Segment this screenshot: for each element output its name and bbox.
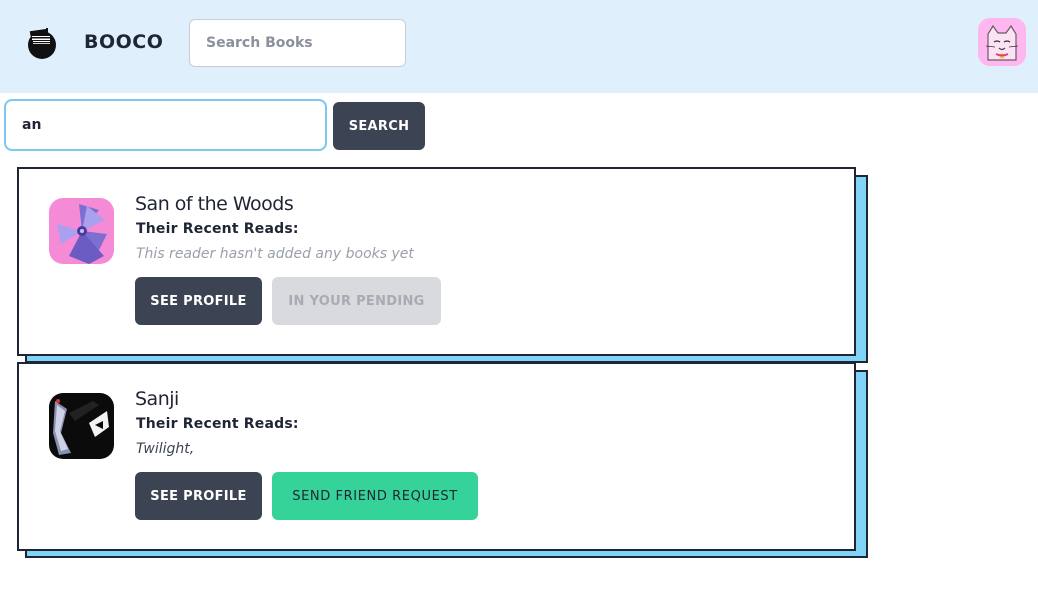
cat-avatar-icon xyxy=(978,18,1026,66)
user-search-input[interactable] xyxy=(4,99,327,151)
book-stack-icon[interactable] xyxy=(24,25,60,61)
card-body: Sanji Their Recent Reads: Twilight, SEE … xyxy=(17,362,856,551)
navbar: BOOCO xyxy=(0,0,1038,93)
pinwheel-avatar-icon xyxy=(49,198,114,264)
see-profile-button[interactable]: SEE PROFILE xyxy=(135,277,262,325)
character-avatar-icon xyxy=(49,393,114,459)
user-name[interactable]: Sanji xyxy=(135,388,179,410)
user-result-card: San of the Woods Their Recent Reads: Thi… xyxy=(17,167,869,365)
user-name[interactable]: San of the Woods xyxy=(135,193,294,215)
user-result-card: Sanji Their Recent Reads: Twilight, SEE … xyxy=(17,362,869,560)
send-friend-request-button[interactable]: SEND FRIEND REQUEST xyxy=(272,472,478,520)
card-body: San of the Woods Their Recent Reads: Thi… xyxy=(17,167,856,356)
pending-request-button: IN YOUR PENDING xyxy=(272,277,441,325)
search-button[interactable]: SEARCH xyxy=(333,102,425,150)
recent-reads-label: Their Recent Reads: xyxy=(136,221,299,237)
user-result-avatar[interactable] xyxy=(49,198,114,264)
recent-reads-label: Their Recent Reads: xyxy=(136,416,299,432)
recent-reads-text: Twilight, xyxy=(136,441,195,457)
user-avatar[interactable] xyxy=(978,18,1026,66)
user-result-avatar[interactable] xyxy=(49,393,114,459)
recent-reads-text: This reader hasn't added any books yet xyxy=(136,246,414,262)
see-profile-button[interactable]: SEE PROFILE xyxy=(135,472,262,520)
book-search-input[interactable] xyxy=(189,19,406,67)
brand-name[interactable]: BOOCO xyxy=(84,31,163,53)
